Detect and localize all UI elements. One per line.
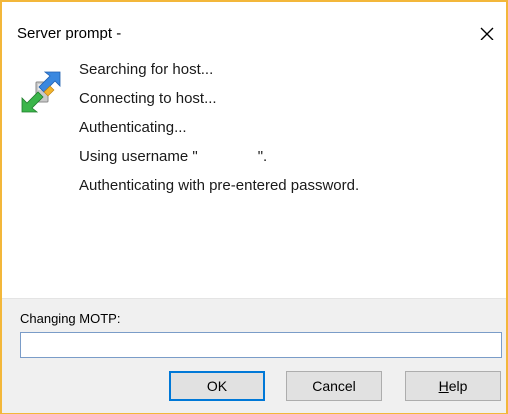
status-message-searching: Searching for host... bbox=[79, 61, 214, 78]
input-panel: Changing MOTP: OK Cancel Help bbox=[2, 298, 506, 413]
cancel-button[interactable]: Cancel bbox=[286, 371, 382, 401]
status-message-password: Authenticating with pre-entered password… bbox=[79, 177, 360, 194]
connection-arrows-icon bbox=[21, 71, 61, 113]
motp-input[interactable] bbox=[20, 332, 502, 358]
status-message-username: Using username " ". bbox=[79, 148, 268, 165]
status-message-connecting: Connecting to host... bbox=[79, 90, 217, 107]
help-mnemonic: H bbox=[438, 378, 449, 394]
ok-button[interactable]: OK bbox=[169, 371, 265, 401]
motp-label: Changing MOTP: bbox=[20, 311, 121, 326]
status-message-list: Searching for host... Connecting to host… bbox=[79, 60, 359, 205]
help-label-rest: elp bbox=[448, 378, 468, 394]
redacted-username bbox=[197, 150, 258, 165]
window-frame: Server prompt - Searching for host... Co… bbox=[0, 0, 508, 414]
title-bar: Server prompt - bbox=[2, 2, 506, 42]
help-button[interactable]: Help bbox=[405, 371, 501, 401]
server-prompt-dialog: Server prompt - Searching for host... Co… bbox=[2, 2, 506, 413]
message-area: Searching for host... Connecting to host… bbox=[2, 40, 506, 298]
status-message-authenticating: Authenticating... bbox=[79, 119, 187, 136]
close-icon bbox=[480, 27, 494, 41]
